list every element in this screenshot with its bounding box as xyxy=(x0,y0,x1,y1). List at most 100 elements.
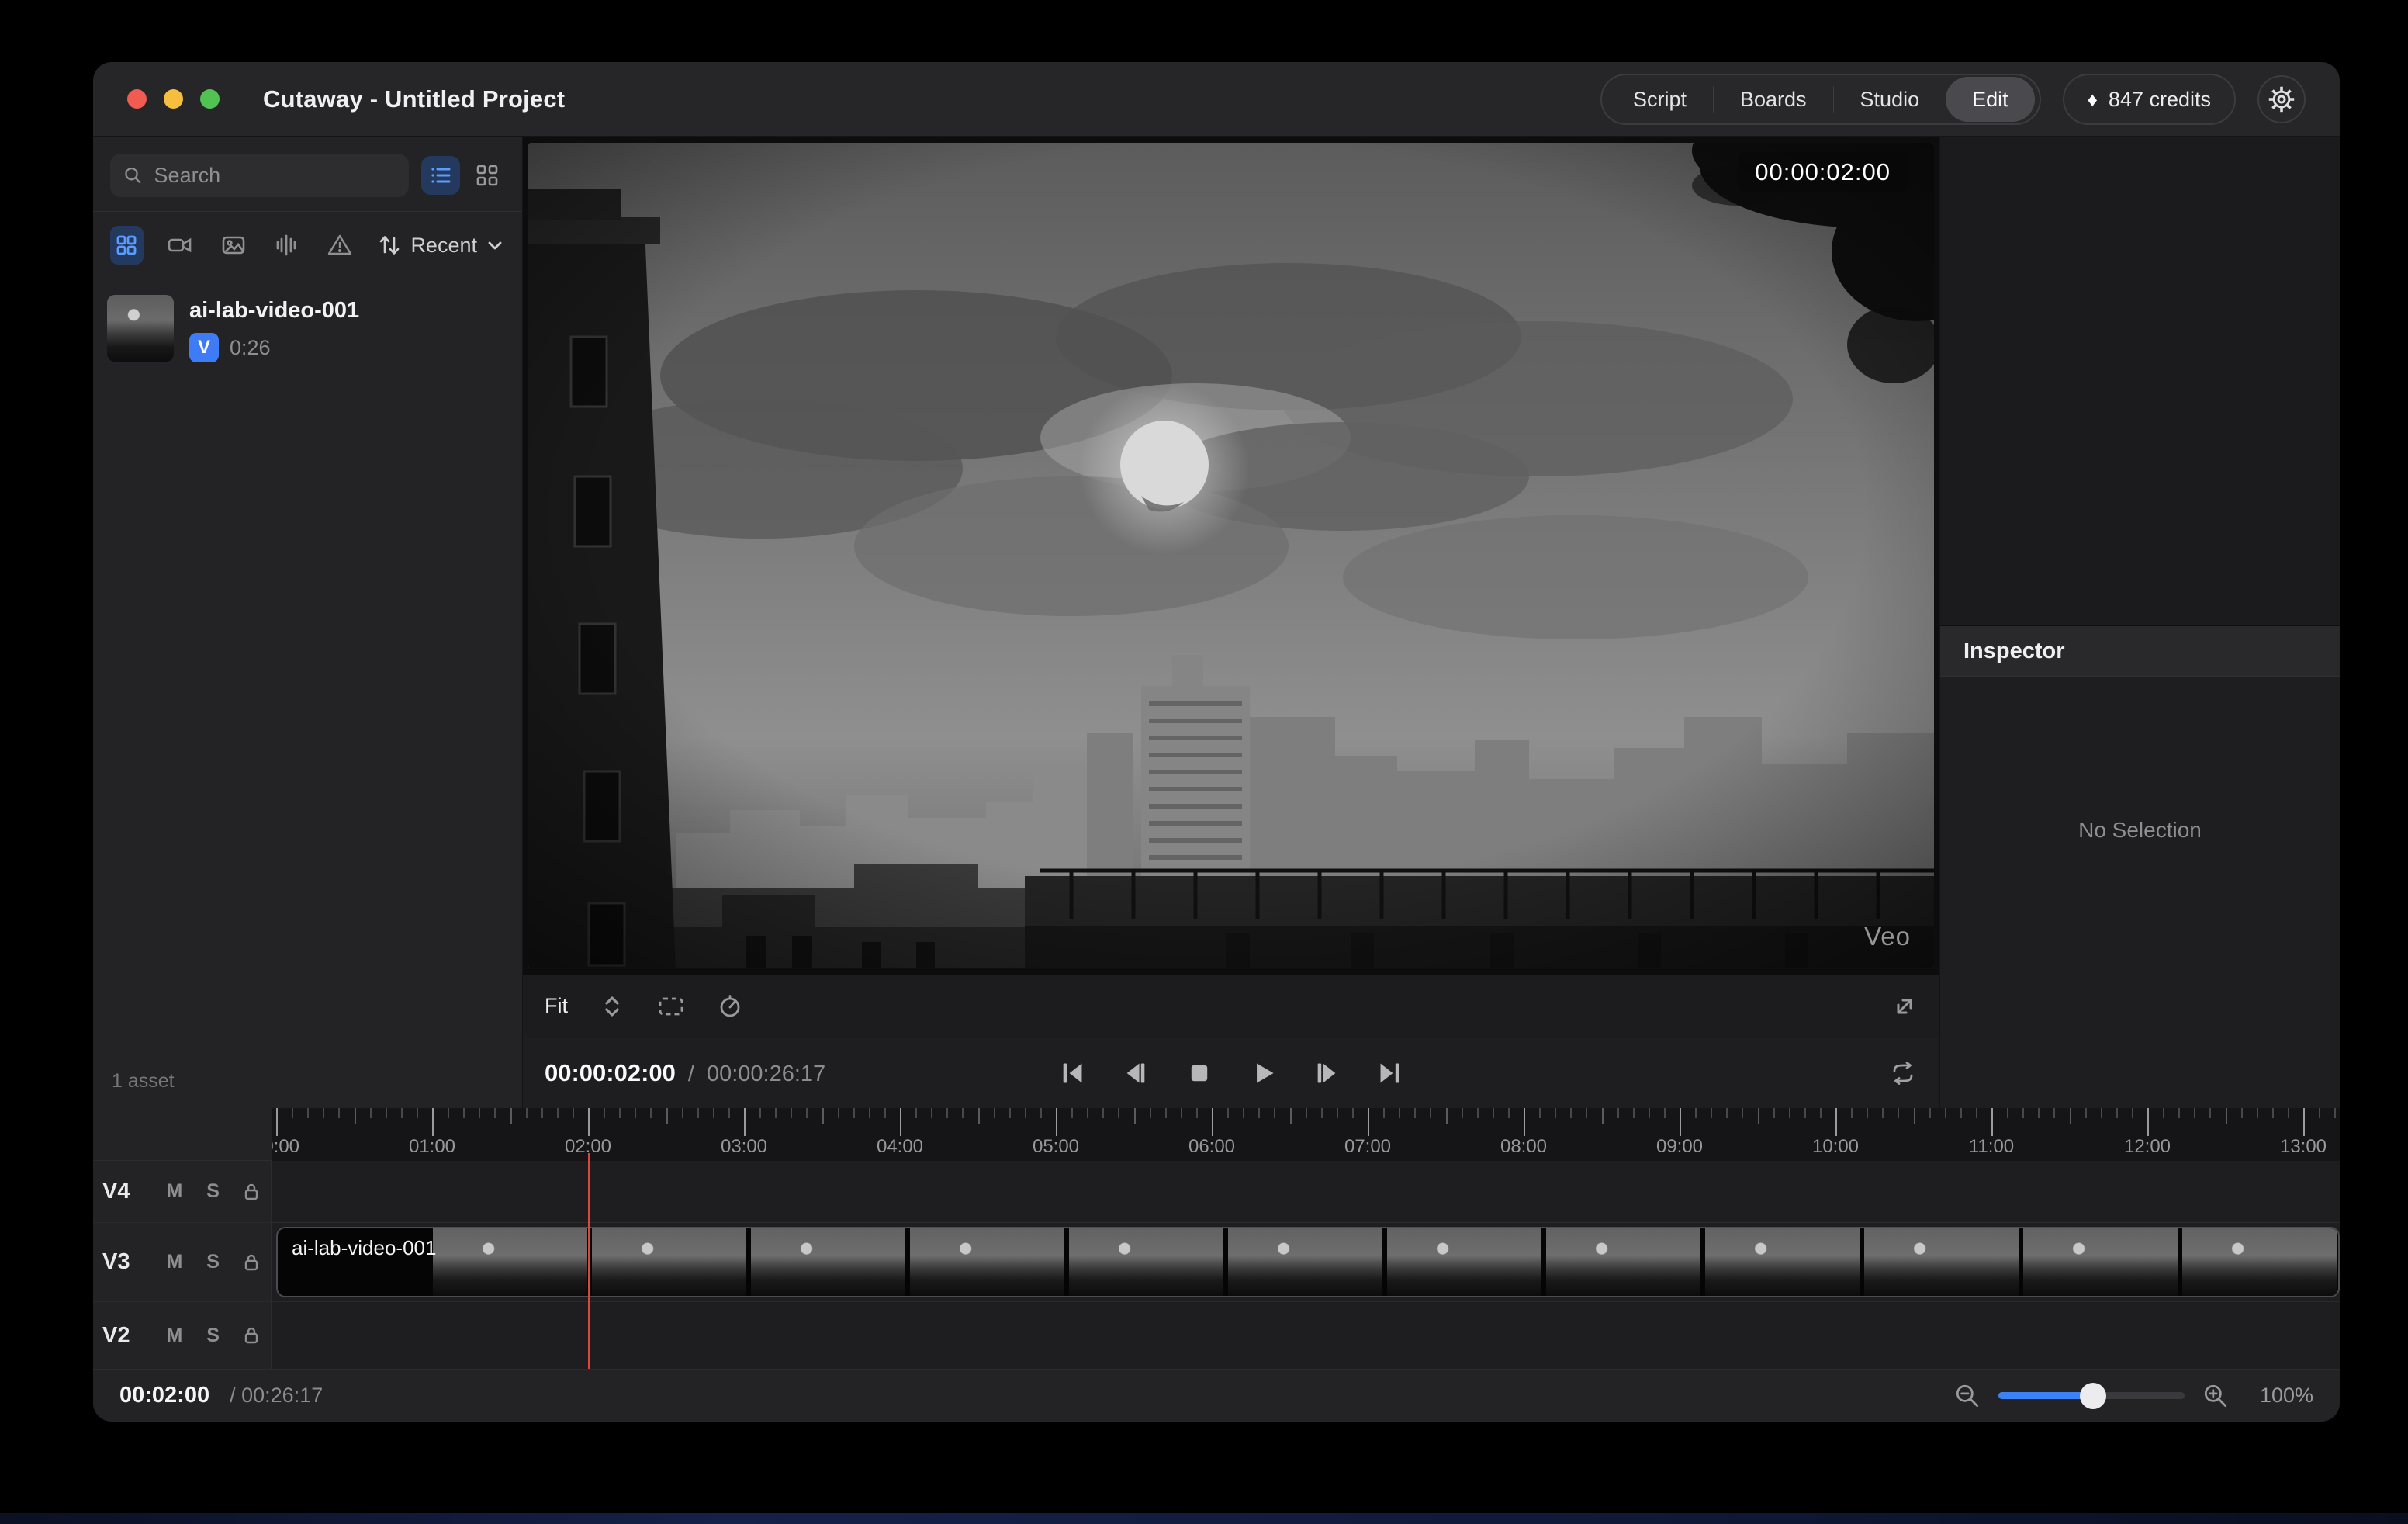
filter-all-button[interactable] xyxy=(110,226,144,265)
veo-watermark: Veo xyxy=(1864,922,1911,951)
timeline-zoom-slider[interactable] xyxy=(1998,1379,2185,1413)
ruler-tick xyxy=(2007,1108,2008,1118)
asset-item[interactable]: ai-lab-video-001 V 0:26 xyxy=(107,295,508,362)
credits-button[interactable]: ♦ 847 credits xyxy=(2063,74,2236,125)
solo-button[interactable]: S xyxy=(194,1251,233,1273)
ruler-tick xyxy=(370,1108,372,1118)
minimize-window-button[interactable] xyxy=(164,89,183,109)
settings-button[interactable] xyxy=(2258,75,2306,123)
timeline-clip[interactable]: ai-lab-video-001 xyxy=(276,1227,2340,1297)
filter-image-button[interactable] xyxy=(216,226,250,265)
timeline-tracks: V4 M S V3 M S xyxy=(93,1161,2340,1369)
tab-script[interactable]: Script xyxy=(1607,77,1713,122)
lock-button[interactable] xyxy=(232,1251,271,1274)
ruler-tick xyxy=(1570,1108,1572,1118)
timer-icon[interactable] xyxy=(717,993,743,1020)
filmstrip-frame xyxy=(1546,1228,1700,1296)
status-timecode-total: / 00:26:17 xyxy=(230,1384,323,1408)
fullscreen-expand-icon[interactable] xyxy=(1891,993,1918,1020)
loop-icon[interactable] xyxy=(1888,1060,1918,1086)
updown-chevrons-icon[interactable] xyxy=(599,993,625,1020)
tab-boards[interactable]: Boards xyxy=(1714,77,1833,122)
skip-to-start-button[interactable] xyxy=(1054,1055,1090,1091)
ruler-tick xyxy=(1306,1108,1307,1118)
filter-video-button[interactable] xyxy=(164,226,197,265)
video-type-badge: V xyxy=(189,333,219,362)
ruler-tick xyxy=(604,1108,605,1118)
frame-forward-button[interactable] xyxy=(1309,1055,1344,1091)
search-icon xyxy=(123,164,144,187)
viewer-column: 00:00:02:00 Veo Fit xyxy=(523,137,1939,1108)
tab-edit[interactable]: Edit xyxy=(1946,77,2035,122)
filmstrip-frame xyxy=(592,1228,746,1296)
filmstrip-frame xyxy=(1387,1228,1541,1296)
list-view-button[interactable] xyxy=(421,156,460,195)
solo-button[interactable]: S xyxy=(194,1180,233,1203)
clip-name: ai-lab-video-001 xyxy=(292,1236,436,1260)
video-preview[interactable]: 00:00:02:00 Veo xyxy=(528,143,1934,968)
timeline-ruler[interactable]: 00:0001:0002:0003:0004:0005:0006:0007:00… xyxy=(272,1108,2340,1161)
track-lane-v4[interactable] xyxy=(272,1161,2340,1222)
grid-view-button[interactable] xyxy=(468,156,507,195)
asset-filter-row: Recent xyxy=(93,211,522,279)
frame-back-button[interactable] xyxy=(1118,1055,1154,1091)
track-lane-v3[interactable]: ai-lab-video-001 xyxy=(272,1223,2340,1301)
sort-label: Recent xyxy=(410,234,477,258)
ruler-tick xyxy=(1430,1108,1431,1118)
ruler-tick xyxy=(1196,1108,1198,1118)
track-lane-v2[interactable] xyxy=(272,1302,2340,1369)
fit-mode-button[interactable]: Fit xyxy=(545,994,568,1018)
timeline-status-bar: 00:02:00 / 00:26:17 10 xyxy=(93,1369,2340,1422)
ruler-tick xyxy=(338,1108,340,1118)
playhead[interactable] xyxy=(588,1153,590,1369)
filter-audio-button[interactable] xyxy=(270,226,303,265)
stop-button[interactable] xyxy=(1182,1055,1217,1091)
ruler-tick xyxy=(588,1108,590,1136)
skip-to-end-button[interactable] xyxy=(1372,1055,1408,1091)
ruler-tick xyxy=(401,1108,403,1118)
ruler-tick xyxy=(978,1108,980,1124)
ruler-tick xyxy=(1352,1108,1354,1118)
ruler-tick xyxy=(962,1108,964,1118)
ruler-tick xyxy=(2319,1108,2320,1118)
ruler-tick xyxy=(1414,1108,1416,1118)
marquee-select-icon[interactable] xyxy=(656,993,686,1020)
video-frame-art xyxy=(528,143,1934,968)
mute-button[interactable]: M xyxy=(155,1251,194,1273)
tab-studio[interactable]: Studio xyxy=(1834,77,1946,122)
search-input[interactable] xyxy=(154,164,396,188)
ruler-tick xyxy=(1009,1108,1011,1118)
sort-control[interactable]: Recent xyxy=(376,232,505,258)
mute-button[interactable]: M xyxy=(155,1180,194,1203)
image-icon xyxy=(220,232,247,258)
play-button[interactable] xyxy=(1245,1055,1281,1091)
ruler-tick xyxy=(1368,1108,1369,1136)
solo-button[interactable]: S xyxy=(194,1325,233,1347)
ruler-tick xyxy=(931,1108,932,1118)
gear-icon xyxy=(2268,85,2296,113)
ruler-tick xyxy=(1680,1108,1681,1136)
lock-button[interactable] xyxy=(232,1180,271,1204)
ruler-tick xyxy=(1804,1108,1806,1118)
ruler-tick xyxy=(1524,1108,1525,1136)
zoom-in-icon[interactable] xyxy=(2202,1382,2230,1410)
mute-button[interactable]: M xyxy=(155,1325,194,1347)
zoom-out-icon[interactable] xyxy=(1953,1382,1981,1410)
zoom-window-button[interactable] xyxy=(200,89,220,109)
ruler-tick xyxy=(682,1108,683,1118)
ruler-label: 07:00 xyxy=(1344,1136,1391,1158)
ruler-tick xyxy=(1633,1108,1635,1118)
lock-button[interactable] xyxy=(232,1324,271,1347)
filter-issues-button[interactable] xyxy=(323,226,357,265)
track-name: V3 xyxy=(102,1249,155,1275)
ruler-tick xyxy=(1056,1108,1057,1136)
ruler-corner xyxy=(93,1108,272,1161)
slider-thumb[interactable] xyxy=(2080,1383,2106,1409)
ruler-tick xyxy=(728,1108,730,1118)
ruler-tick xyxy=(2226,1108,2227,1124)
ruler-tick xyxy=(386,1108,387,1118)
timecode-separator: / xyxy=(688,1062,694,1087)
ruler-tick xyxy=(1851,1108,1853,1118)
ruler-label: 04:00 xyxy=(877,1136,923,1158)
close-window-button[interactable] xyxy=(127,89,147,109)
